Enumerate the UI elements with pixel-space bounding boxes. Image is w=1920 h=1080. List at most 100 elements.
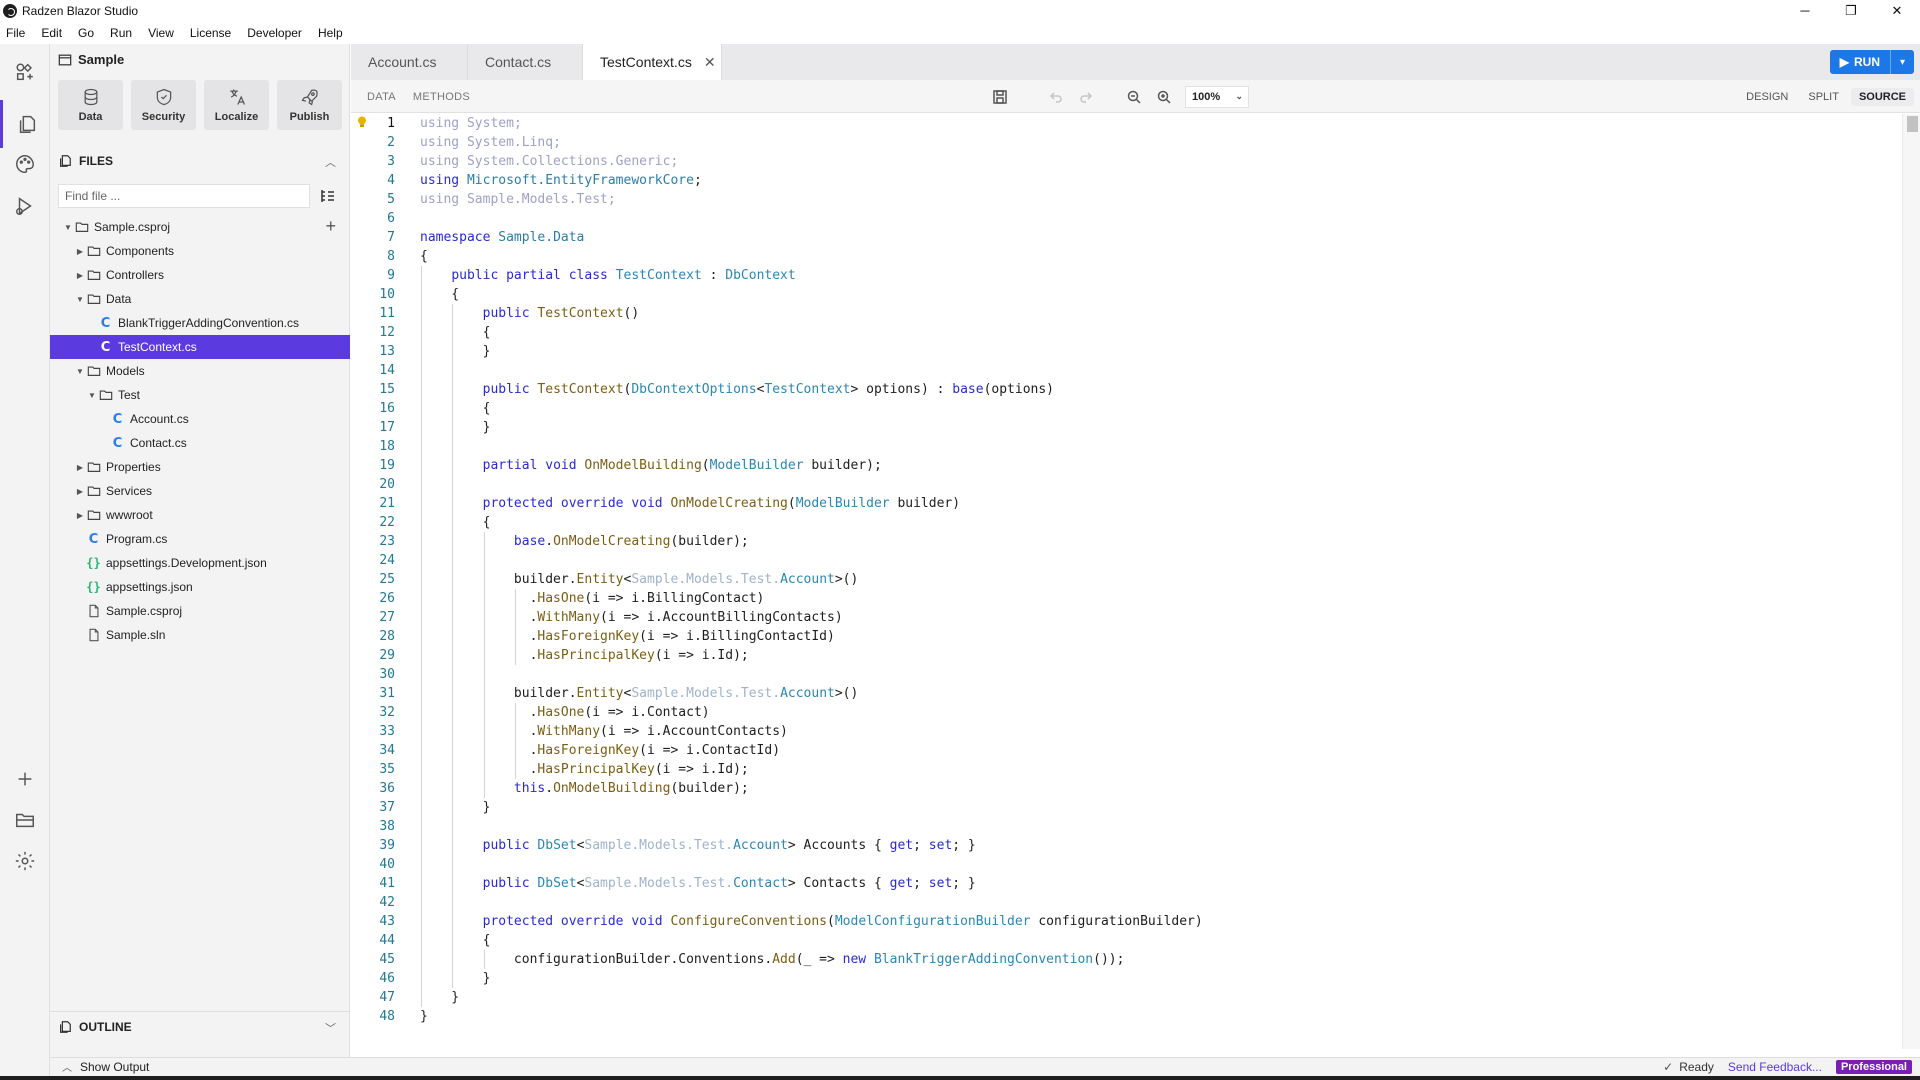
- split-view-button[interactable]: SPLIT: [1800, 88, 1847, 106]
- tree-file[interactable]: Sample.sln: [50, 623, 350, 647]
- tree-options-button[interactable]: [320, 188, 336, 204]
- code-line: 15 public TestContext(DbContextOptions<T…: [351, 380, 1902, 399]
- show-output-button[interactable]: ︿ Show Output: [62, 1059, 149, 1075]
- zoom-out-button[interactable]: [1125, 88, 1143, 106]
- status-bar: ︿ Show Output ✓ Ready Send Feedback... P…: [50, 1057, 1920, 1076]
- code-token: >(): [834, 686, 859, 701]
- tree-file[interactable]: C Contact.cs: [50, 431, 350, 455]
- menu-file[interactable]: File: [4, 26, 27, 40]
- chevron-right-icon[interactable]: ▶: [74, 511, 86, 520]
- tree-folder[interactable]: ▶ Components: [50, 239, 350, 263]
- code-token: Entity: [576, 686, 624, 701]
- tab-methods[interactable]: METHODS: [413, 91, 470, 103]
- chevron-down-icon[interactable]: ▼: [86, 391, 98, 400]
- menu-help[interactable]: Help: [316, 26, 345, 40]
- menu-run[interactable]: Run: [108, 26, 134, 40]
- find-file-input[interactable]: [58, 184, 310, 208]
- source-view-button[interactable]: SOURCE: [1850, 87, 1914, 106]
- run-button[interactable]: ▶ RUN: [1829, 50, 1890, 74]
- line-number: 6: [387, 211, 395, 226]
- close-icon[interactable]: ✕: [704, 54, 716, 71]
- components-activity-button[interactable]: [0, 48, 50, 96]
- add-file-button[interactable]: +: [325, 217, 336, 235]
- code-text: .HasForeignKey(i => i.ContactId): [420, 741, 780, 760]
- tree-folder[interactable]: ▶ Services: [50, 479, 350, 503]
- menu-go[interactable]: Go: [76, 26, 96, 40]
- menu-edit[interactable]: Edit: [39, 26, 64, 40]
- code-text: public partial class TestContext : DbCon…: [420, 266, 795, 285]
- code-line: 40: [351, 855, 1902, 874]
- save-button[interactable]: [991, 88, 1009, 106]
- code-text: protected override void OnModelCreating(…: [420, 494, 960, 513]
- tree-file[interactable]: C Program.cs: [50, 527, 350, 551]
- menu-license[interactable]: License: [188, 26, 233, 40]
- send-feedback-link[interactable]: Send Feedback...: [1728, 1060, 1822, 1074]
- chevron-right-icon[interactable]: ▶: [74, 271, 86, 280]
- menu-developer[interactable]: Developer: [245, 26, 304, 40]
- tree-file[interactable]: {} appsettings.Development.json: [50, 551, 350, 575]
- line-number: 41: [379, 876, 395, 891]
- files-section-header[interactable]: FILES ︿: [58, 150, 342, 172]
- redo-button[interactable]: [1077, 88, 1095, 106]
- code-text: protected override void ConfigureConvent…: [420, 912, 1203, 931]
- tab-contact-cs[interactable]: Contact.cs: [468, 44, 583, 80]
- tree-folder[interactable]: ▶ Controllers: [50, 263, 350, 287]
- chevron-down-icon[interactable]: ▼: [62, 223, 74, 232]
- tree-file[interactable]: C TestContext.cs: [50, 335, 350, 359]
- tree-file[interactable]: Sample.csproj: [50, 599, 350, 623]
- publish-tool-button[interactable]: Publish: [277, 80, 342, 130]
- settings-button[interactable]: [0, 837, 50, 885]
- view-mode-switch: DESIGN SPLIT SOURCE: [1738, 80, 1914, 113]
- indent-guide: [483, 950, 485, 969]
- zoom-in-button[interactable]: [1155, 88, 1173, 106]
- chevron-right-icon[interactable]: ▶: [74, 463, 86, 472]
- zoom-level-select[interactable]: 100% ⌄: [1185, 85, 1249, 108]
- chevron-down-icon[interactable]: ▼: [74, 295, 86, 304]
- menu-view[interactable]: View: [146, 26, 176, 40]
- chevron-down-icon[interactable]: ﹀: [325, 1020, 336, 1036]
- run-dropdown-button[interactable]: ▾: [1890, 50, 1914, 74]
- editor-scrollbar[interactable]: [1902, 114, 1920, 1049]
- code-token: public: [482, 876, 538, 891]
- run-debug-activity-button[interactable]: [0, 182, 50, 230]
- localize-tool-button[interactable]: Localize: [204, 80, 269, 130]
- chevron-up-icon[interactable]: ︿: [325, 154, 336, 170]
- chevron-right-icon[interactable]: ▶: [74, 247, 86, 256]
- data-tool-button[interactable]: Data: [58, 80, 123, 130]
- minimize-button[interactable]: ─: [1782, 0, 1828, 21]
- code-token: > Accounts {: [787, 838, 890, 853]
- tree-folder[interactable]: ▶ Properties: [50, 455, 350, 479]
- code-token: (): [623, 306, 640, 321]
- scrollbar-thumb[interactable]: [1907, 116, 1918, 132]
- tab-data[interactable]: DATA: [367, 91, 396, 103]
- code-token: configurationBuilder.Conventions.: [420, 952, 773, 967]
- line-number: 8: [387, 249, 395, 264]
- themes-activity-button[interactable]: [0, 140, 50, 188]
- undo-button[interactable]: [1047, 88, 1065, 106]
- chevron-down-icon[interactable]: ▼: [74, 367, 86, 376]
- code-line: 37 }: [351, 798, 1902, 817]
- tree-folder[interactable]: ▼ Test: [50, 383, 350, 407]
- tree-folder[interactable]: ▼ Models: [50, 359, 350, 383]
- code-editor[interactable]: 1 using System; 2 using System.Linq; 3 using …: [351, 114, 1902, 1049]
- security-tool-button[interactable]: Security: [131, 80, 196, 130]
- zoom-out-icon: [1127, 90, 1141, 104]
- chevron-right-icon[interactable]: ▶: [74, 487, 86, 496]
- tree-file[interactable]: C Account.cs: [50, 407, 350, 431]
- tree-folder[interactable]: ▼ Sample.csproj +: [50, 215, 350, 239]
- activity-bar: [0, 44, 50, 1076]
- design-view-button[interactable]: DESIGN: [1738, 88, 1796, 106]
- tree-file[interactable]: C BlankTriggerAddingConvention.cs: [50, 311, 350, 335]
- restore-button[interactable]: ❐: [1828, 0, 1874, 21]
- tree-file[interactable]: {} appsettings.json: [50, 575, 350, 599]
- code-text: base.OnModelCreating(builder);: [420, 532, 749, 551]
- code-text: {: [420, 513, 491, 532]
- tab-testcontext-cs[interactable]: TestContext.cs ✕: [583, 44, 722, 80]
- close-window-button[interactable]: ✕: [1874, 0, 1920, 21]
- tab-account-cs[interactable]: Account.cs: [351, 44, 468, 80]
- code-token: (: [701, 458, 710, 473]
- line-number: 38: [379, 819, 395, 834]
- outline-section-header[interactable]: OUTLINE ﹀: [50, 1011, 350, 1041]
- tree-folder[interactable]: ▶ wwwroot: [50, 503, 350, 527]
- tree-folder[interactable]: ▼ Data: [50, 287, 350, 311]
